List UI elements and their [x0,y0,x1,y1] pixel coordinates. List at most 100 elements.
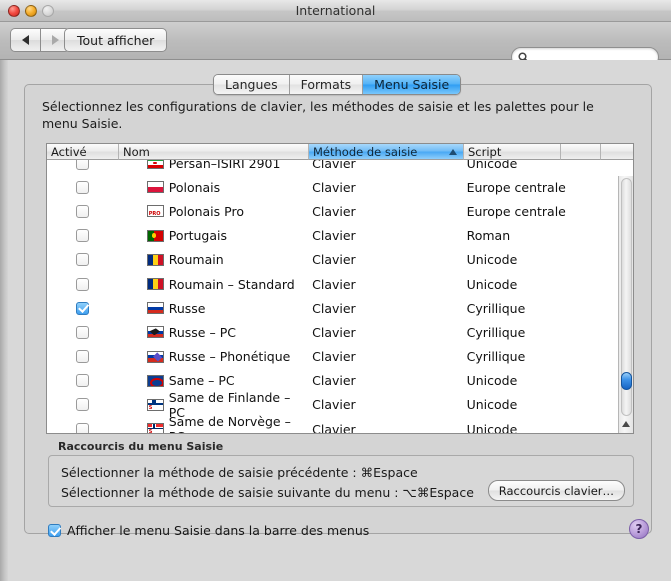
table-row[interactable]: Russe – PC Clavier Cyrillique [47,320,633,344]
row-input-method-cell: Clavier [312,160,356,171]
row-name-cell: Portugais [119,228,308,243]
shortcut-next-line: Sélectionner la méthode de saisie suivan… [61,485,474,500]
row-enabled-checkbox[interactable] [76,301,90,315]
row-enabled-checkbox[interactable] [76,325,90,339]
table-row[interactable]: Russe Clavier Cyrillique [47,296,633,320]
row-enabled-checkbox[interactable] [76,253,90,267]
table-row[interactable]: Polonais Clavier Europe centrale [47,175,633,199]
show-input-menu-label: Afficher le menu Saisie dans la barre de… [67,523,370,538]
shortcut-previous-line: Sélectionner la méthode de saisie précéd… [61,465,418,480]
help-button[interactable]: ? [629,519,649,539]
row-input-method-cell: Clavier [312,300,356,316]
row-input-method-cell: Clavier [312,228,356,244]
flag-icon [146,229,164,242]
tab-formats[interactable]: Formats [289,75,364,94]
column-header-extra-2[interactable] [601,144,633,160]
table-header-row: Activé Nom Méthode de saisie Script [47,144,633,160]
row-enabled-checkbox[interactable] [76,277,90,291]
input-sources-table: Activé Nom Méthode de saisie Script Pers… [46,143,634,434]
window-titlebar: International [0,0,671,22]
toolbar: Tout afficher [0,22,671,67]
row-name-label: Same de Norvège – PC [168,414,291,433]
tab-menu-saisie[interactable]: Menu Saisie [363,75,461,94]
row-name-label: Same – PC [168,373,235,389]
row-enabled-cell [47,398,119,412]
row-name-label: Persan–ISIRI 2901 [168,160,281,171]
back-button[interactable] [10,28,40,52]
row-input-method-cell: Clavier [312,203,356,219]
flag-icon [146,326,164,339]
row-enabled-cell [47,422,119,433]
row-input-method-cell: Clavier [312,276,356,292]
row-script-cell: Unicode [466,276,518,292]
row-enabled-checkbox[interactable] [76,374,90,388]
row-enabled-checkbox[interactable] [76,398,90,412]
row-enabled-checkbox[interactable] [76,229,90,243]
scroll-up-arrow-icon[interactable] [622,421,630,427]
row-enabled-checkbox[interactable] [76,422,90,433]
row-enabled-cell [47,160,119,170]
shortcuts-group-label: Raccourcis du menu Saisie [58,440,224,453]
navigation-buttons [10,28,70,52]
row-script-cell: Unicode [466,373,518,389]
row-input-method-cell: Clavier [312,373,356,389]
table-row[interactable]: Roumain – Standard Clavier Unicode [47,272,633,296]
row-input-method-cell: Clavier [312,252,356,268]
tab-langues[interactable]: Langues [214,75,290,94]
show-all-button[interactable]: Tout afficher [64,28,168,52]
column-header-input-method-label: Méthode de saisie [313,144,418,159]
row-name-cell: S Same de Norvège – PC [119,414,308,433]
international-preferences-window: International Tout afficher Langues Form… [0,0,671,581]
show-input-menu-checkbox[interactable] [48,524,61,537]
flag-icon [146,160,164,170]
column-header-name[interactable]: Nom [119,144,309,160]
flag-badge: S [147,429,163,433]
row-name-label: Russe – PC [168,324,236,340]
keyboard-shortcuts-button[interactable]: Raccourcis clavier… [487,480,625,501]
shortcuts-group-box: Sélectionner la méthode de saisie précéd… [48,455,634,507]
row-name-label: Russe – Phonétique [168,349,291,365]
column-header-script[interactable]: Script [464,144,561,160]
row-script-cell: Cyrillique [466,349,526,365]
row-enabled-checkbox[interactable] [76,160,90,170]
flag-icon [146,350,164,363]
table-row[interactable]: Portugais Clavier Roman [47,224,633,248]
row-script-cell: Europe centrale [466,179,566,195]
column-header-input-method[interactable]: Méthode de saisie [309,144,464,160]
row-enabled-cell [47,325,119,339]
row-script-cell: Cyrillique [466,324,526,340]
row-enabled-cell [47,374,119,388]
chevron-left-icon [22,35,29,45]
row-name-cell: Russe – Phonétique [119,349,308,364]
row-enabled-checkbox[interactable] [76,350,90,364]
row-enabled-checkbox[interactable] [76,180,90,194]
table-row[interactable]: Persan–ISIRI 2901 Clavier Unicode [47,160,633,175]
row-enabled-checkbox[interactable] [76,204,90,218]
column-header-enabled[interactable]: Activé [47,144,119,160]
scrollbar-thumb[interactable] [621,372,632,390]
row-name-cell: Russe [119,301,308,316]
table-row[interactable]: Roumain Clavier Unicode [47,248,633,272]
row-name-label: Roumain [168,252,224,268]
row-script-cell: Unicode [466,252,518,268]
show-input-menu-checkbox-row[interactable]: Afficher le menu Saisie dans la barre de… [48,523,369,538]
row-name-label: Polonais [168,179,221,195]
row-name-label: Roumain – Standard [168,276,295,292]
flag-icon: S [146,398,164,411]
row-name-cell: Russe – PC [119,325,308,340]
table-row[interactable]: PRO Polonais Pro Clavier Europe centrale [47,199,633,223]
row-enabled-cell [47,204,119,218]
flag-icon [146,253,164,266]
column-header-extra-1[interactable] [561,144,601,160]
table-vertical-scrollbar[interactable] [618,176,633,433]
row-name-label: Portugais [168,228,228,244]
row-enabled-cell [47,180,119,194]
row-name-cell: PRO Polonais Pro [119,204,308,219]
table-rows: Persan–ISIRI 2901 Clavier Unicode Polonais C… [47,160,633,433]
table-row[interactable]: Russe – Phonétique Clavier Cyrillique [47,345,633,369]
flag-badge: PRO [147,211,163,217]
table-row[interactable]: S Same de Norvège – PC Clavier Unicode [47,414,633,433]
row-name-label: Polonais Pro [168,203,244,219]
chevron-right-icon [51,35,59,45]
row-script-cell: Roman [466,228,511,244]
